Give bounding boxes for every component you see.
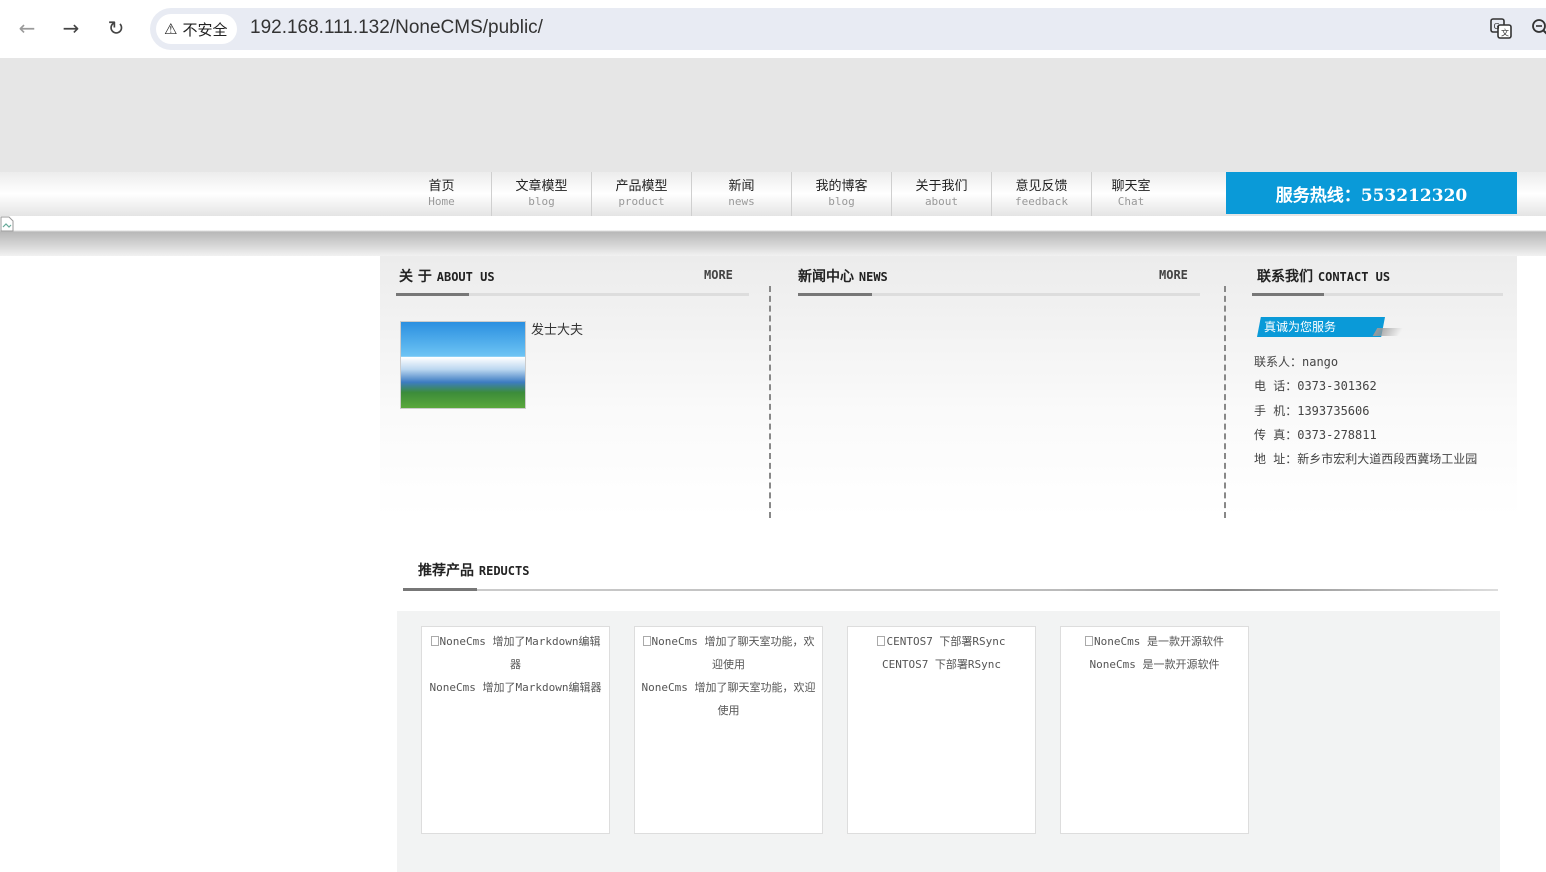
news-underline: [798, 293, 1200, 296]
menu-sublabel: product: [618, 195, 665, 208]
product-image-alt: CENTOS7 下部署RSync: [886, 635, 1006, 648]
svg-text:文: 文: [1501, 28, 1509, 38]
contact-underline: [1252, 293, 1503, 296]
menu-item-chat[interactable]: 聊天室 Chat: [1092, 172, 1170, 216]
column-divider: [1224, 286, 1226, 518]
menu-label: 意见反馈: [1015, 179, 1068, 194]
contact-tagline: 真诚为您服务: [1257, 317, 1385, 337]
menu-item-news[interactable]: 新闻 news: [692, 172, 792, 216]
header-area: [0, 58, 1546, 172]
broken-image-icon: [0, 216, 14, 232]
reload-icon[interactable]: ↻: [102, 14, 130, 42]
product-title[interactable]: NoneCms 增加了聊天室功能，欢迎使用: [635, 676, 822, 722]
menu-sublabel: Home: [428, 195, 455, 208]
menu-item-my-blog[interactable]: 我的博客 blog: [792, 172, 892, 216]
contact-person: 联系人：nango: [1254, 355, 1339, 369]
contact-title-cn: 联系我们: [1257, 269, 1313, 285]
product-image[interactable]: NoneCms 是一款开源软件: [1061, 630, 1248, 653]
security-label: 不安全: [182, 20, 228, 39]
url-text[interactable]: 192.168.111.132/NoneCMS/public/: [250, 17, 543, 39]
menu-item-about[interactable]: 关于我们 about: [892, 172, 992, 216]
news-title-cn: 新闻中心: [798, 269, 854, 285]
products-title-en: REDUCTS: [478, 564, 530, 578]
product-image[interactable]: NoneCms 增加了Markdown编辑器: [422, 630, 609, 676]
content-panel: 关 于 ABOUT US MORE 发士大夫 新闻中心 NEWS MORE 联系…: [380, 256, 1517, 518]
products-title-cn: 推荐产品: [418, 563, 474, 579]
menu-item-home[interactable]: 首页 Home: [392, 172, 492, 216]
menu-label: 我的博客: [815, 179, 868, 194]
menu-sublabel: blog: [828, 195, 855, 208]
about-more-link[interactable]: MORE: [704, 268, 733, 282]
menu-label: 聊天室: [1111, 179, 1151, 194]
about-underline: [396, 293, 749, 296]
back-arrow-icon[interactable]: ←: [13, 14, 41, 42]
product-image[interactable]: NoneCms 增加了聊天室功能，欢迎使用: [635, 630, 822, 676]
broken-image-icon: [1085, 636, 1093, 646]
browser-toolbar: ← → ↻ ⚠ 不安全 192.168.111.132/NoneCMS/publ…: [0, 0, 1546, 58]
about-image: [400, 321, 526, 409]
menu-item-feedback[interactable]: 意见反馈 feedback: [992, 172, 1092, 216]
menu-sublabel: news: [728, 195, 755, 208]
product-image-alt: NoneCms 增加了Markdown编辑器: [439, 635, 601, 671]
product-image-alt: NoneCms 增加了聊天室功能，欢迎使用: [651, 635, 815, 671]
column-divider: [769, 286, 771, 518]
about-title-cn: 关 于: [399, 269, 432, 285]
zoom-icon[interactable]: [1530, 17, 1546, 44]
about-heading: 关 于 ABOUT US: [399, 266, 495, 286]
product-image[interactable]: CENTOS7 下部署RSync: [848, 630, 1035, 653]
menu-sublabel: about: [924, 195, 959, 208]
forward-arrow-icon[interactable]: →: [57, 14, 85, 42]
contact-mobile: 手 机：1393735606: [1254, 404, 1370, 418]
menu-label: 文章模型: [515, 179, 568, 194]
product-title[interactable]: NoneCms 是一款开源软件: [1061, 653, 1248, 676]
menu-sublabel: Chat: [1117, 195, 1145, 208]
main-menu: 首页 Home 文章模型 blog 产品模型 product 新闻 news 我…: [392, 172, 1170, 216]
menu-label: 产品模型: [615, 179, 668, 194]
product-title[interactable]: CENTOS7 下部署RSync: [848, 653, 1035, 676]
menu-label: 首页: [428, 179, 455, 194]
broken-image-icon: [877, 636, 886, 646]
svg-text:G: G: [1494, 22, 1500, 31]
warning-icon: ⚠: [164, 20, 178, 38]
contact-phone: 电 话：0373-301362: [1254, 379, 1377, 393]
menu-label: 新闻: [728, 179, 755, 194]
menu-item-article-model[interactable]: 文章模型 blog: [492, 172, 592, 216]
product-title[interactable]: NoneCms 增加了Markdown编辑器: [422, 676, 609, 699]
contact-title-en: CONTACT US: [1317, 270, 1391, 284]
broken-image-icon: [642, 636, 651, 646]
product-image-alt: NoneCms 是一款开源软件: [1094, 635, 1224, 648]
menu-sublabel: feedback: [1015, 195, 1068, 208]
contact-heading: 联系我们 CONTACT US: [1257, 266, 1390, 286]
about-title-en: ABOUT US: [436, 270, 495, 284]
news-more-link[interactable]: MORE: [1159, 268, 1188, 282]
menu-item-product-model[interactable]: 产品模型 product: [592, 172, 692, 216]
hotline-banner: 服务热线：553212320: [1226, 172, 1517, 214]
product-card[interactable]: NoneCms 增加了Markdown编辑器 NoneCms 增加了Markdo…: [421, 626, 610, 834]
translate-icon[interactable]: G文: [1490, 17, 1512, 44]
product-card[interactable]: CENTOS7 下部署RSync CENTOS7 下部署RSync: [847, 626, 1036, 834]
contact-address: 地 址：新乡市宏利大道西段西冀场工业园: [1254, 452, 1478, 466]
news-heading: 新闻中心 NEWS: [798, 266, 888, 286]
security-chip[interactable]: ⚠ 不安全: [156, 14, 238, 44]
banner-strip: [0, 216, 1546, 256]
products-rule: [403, 589, 1498, 591]
about-text: 发士大夫: [531, 323, 584, 338]
broken-image-icon: [430, 636, 439, 646]
product-card[interactable]: NoneCms 是一款开源软件 NoneCms 是一款开源软件: [1060, 626, 1249, 834]
menu-sublabel: blog: [528, 195, 555, 208]
products-heading: 推荐产品 REDUCTS: [418, 560, 529, 580]
news-title-en: NEWS: [858, 270, 888, 284]
tagline-shadow: [1372, 328, 1404, 336]
menu-label: 关于我们: [915, 179, 968, 194]
products-rule-active: [403, 588, 477, 591]
product-card[interactable]: NoneCms 增加了聊天室功能，欢迎使用 NoneCms 增加了聊天室功能，欢…: [634, 626, 823, 834]
address-bar[interactable]: ⚠ 不安全 192.168.111.132/NoneCMS/public/ G文: [150, 8, 1546, 50]
contact-fax: 传 真：0373-278811: [1254, 428, 1377, 442]
